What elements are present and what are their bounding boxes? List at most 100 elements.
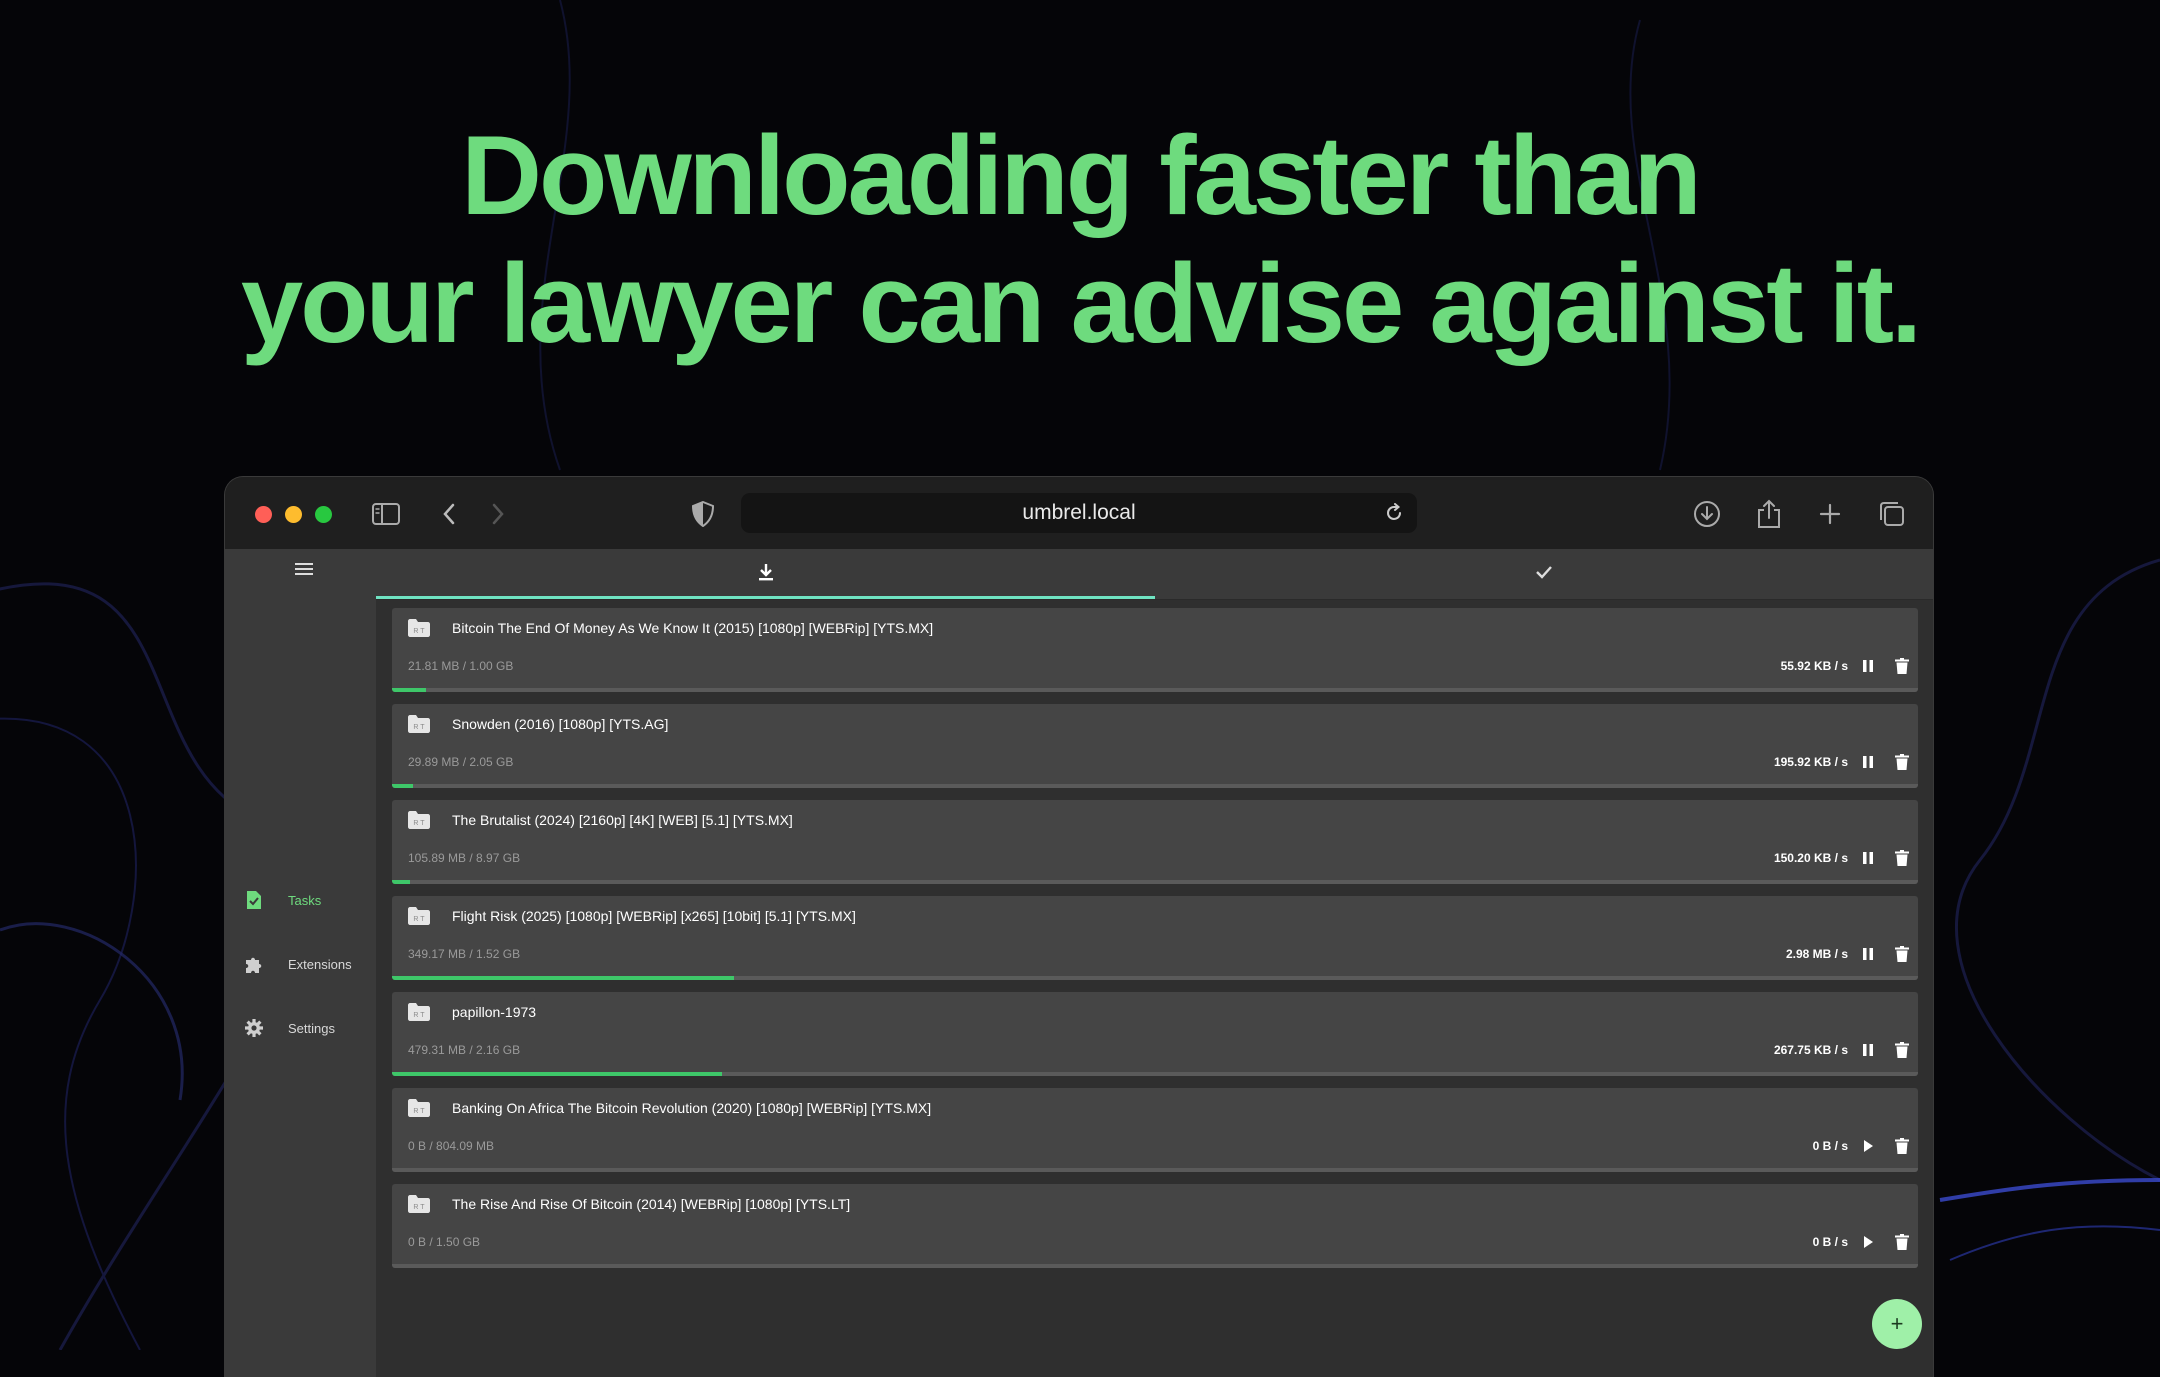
progress-fill: [392, 1072, 722, 1076]
download-speed: 0 B / s: [1812, 1235, 1848, 1249]
delete-button[interactable]: [1892, 1232, 1912, 1252]
minimize-window-button[interactable]: [285, 506, 302, 523]
download-size: 0 B / 1.50 GB: [408, 1235, 481, 1249]
download-item[interactable]: R T Flight Risk (2025) [1080p] [WEBRip] […: [392, 896, 1918, 980]
svg-text:R T: R T: [413, 724, 425, 731]
resume-button[interactable]: [1858, 1136, 1878, 1156]
download-name: The Rise And Rise Of Bitcoin (2014) [WEB…: [452, 1196, 851, 1212]
sidebar-toggle-icon[interactable]: [369, 497, 403, 531]
download-item[interactable]: R T The Brutalist (2024) [2160p] [4K] [WE…: [392, 800, 1918, 884]
download-icon[interactable]: [1690, 497, 1724, 531]
close-window-button[interactable]: [255, 506, 272, 523]
download-speed: 2.98 MB / s: [1785, 947, 1848, 961]
svg-text:R T: R T: [413, 1108, 425, 1115]
back-icon[interactable]: [432, 497, 466, 531]
pause-icon: [1862, 755, 1874, 769]
headline: Downloading faster than your lawyer can …: [0, 112, 2160, 368]
add-download-button[interactable]: +: [1872, 1299, 1922, 1349]
download-size: 21.81 MB / 1.00 GB: [408, 659, 514, 673]
headline-line-2: your lawyer can advise against it.: [240, 241, 1922, 366]
download-arrow-icon: [758, 563, 774, 586]
sidebar-item-tasks[interactable]: Tasks: [243, 885, 373, 915]
zoom-window-button[interactable]: [315, 506, 332, 523]
sidebar-item-label: Settings: [288, 1020, 335, 1036]
trash-icon: [1895, 850, 1909, 866]
download-size: 479.31 MB / 2.16 GB: [408, 1043, 521, 1057]
pause-icon: [1862, 851, 1874, 865]
tab-completed[interactable]: [1155, 549, 1933, 599]
progress-fill: [392, 976, 734, 980]
folder-icon: R T: [407, 906, 431, 926]
pause-icon: [1862, 1043, 1874, 1057]
svg-text:R T: R T: [413, 820, 425, 827]
delete-button[interactable]: [1892, 944, 1912, 964]
download-speed: 267.75 KB / s: [1773, 1043, 1848, 1057]
download-speed: 0 B / s: [1812, 1139, 1848, 1153]
progress-track: [392, 784, 1918, 788]
download-name: Snowden (2016) [1080p] [YTS.AG]: [452, 716, 669, 732]
pause-button[interactable]: [1858, 1040, 1878, 1060]
pause-button[interactable]: [1858, 752, 1878, 772]
sidebar-item-label: Tasks: [288, 892, 322, 908]
reload-icon[interactable]: [1377, 496, 1411, 530]
delete-button[interactable]: [1892, 656, 1912, 676]
pause-button[interactable]: [1858, 944, 1878, 964]
download-item[interactable]: R T papillon-1973 479.31 MB / 2.16 GB 267.7…: [392, 992, 1918, 1076]
browser-window: umbrel.local Tasks Extensions Settings R…: [225, 477, 1933, 1377]
download-speed: 150.20 KB / s: [1773, 851, 1848, 865]
new-tab-icon[interactable]: [1813, 497, 1847, 531]
trash-icon: [1895, 946, 1909, 962]
shield-icon[interactable]: [686, 497, 720, 531]
puzzle-icon: [243, 953, 265, 975]
download-name: Bitcoin The End Of Money As We Know It (…: [452, 620, 934, 636]
hamburger-menu-icon[interactable]: [289, 557, 319, 581]
download-size: 105.89 MB / 8.97 GB: [408, 851, 521, 865]
download-size: 349.17 MB / 1.52 GB: [408, 947, 521, 961]
progress-track: [392, 688, 1918, 692]
progress-track: [392, 1168, 1918, 1172]
share-icon[interactable]: [1752, 497, 1786, 531]
trash-icon: [1895, 754, 1909, 770]
svg-text:R T: R T: [413, 1204, 425, 1211]
play-icon: [1862, 1235, 1874, 1249]
download-name: papillon-1973: [452, 1004, 537, 1020]
forward-icon[interactable]: [481, 497, 515, 531]
sidebar-item-label: Extensions: [288, 956, 352, 972]
download-item[interactable]: R T The Rise And Rise Of Bitcoin (2014) […: [392, 1184, 1918, 1268]
folder-icon: R T: [407, 714, 431, 734]
sidebar-item-extensions[interactable]: Extensions: [243, 949, 373, 979]
headline-line-1: Downloading faster than: [461, 113, 1702, 238]
sidebar-item-settings[interactable]: Settings: [243, 1013, 373, 1043]
gear-icon: [243, 1017, 265, 1039]
play-icon: [1862, 1139, 1874, 1153]
tab-downloading[interactable]: [376, 549, 1155, 599]
delete-button[interactable]: [1892, 752, 1912, 772]
add-icon: +: [1890, 1311, 1904, 1336]
address-bar[interactable]: umbrel.local: [741, 493, 1417, 533]
progress-track: [392, 1264, 1918, 1268]
delete-button[interactable]: [1892, 1136, 1912, 1156]
folder-icon: R T: [407, 810, 431, 830]
download-item[interactable]: R T Banking On Africa The Bitcoin Revolut…: [392, 1088, 1918, 1172]
folder-icon: R T: [407, 1194, 431, 1214]
app-sidebar: Tasks Extensions Settings: [225, 549, 376, 1377]
folder-icon: R T: [407, 1002, 431, 1022]
download-item[interactable]: R T Snowden (2016) [1080p] [YTS.AG] 29.89 …: [392, 704, 1918, 788]
pause-icon: [1862, 947, 1874, 961]
progress-fill: [392, 688, 426, 692]
tabs-overview-icon[interactable]: [1875, 497, 1909, 531]
tasks-icon: [243, 889, 265, 911]
download-item[interactable]: R T Bitcoin The End Of Money As We Know I…: [392, 608, 1918, 692]
resume-button[interactable]: [1858, 1232, 1878, 1252]
progress-track: [392, 1072, 1918, 1076]
pause-button[interactable]: [1858, 656, 1878, 676]
download-speed: 55.92 KB / s: [1780, 659, 1848, 673]
folder-icon: R T: [407, 1098, 431, 1118]
svg-text:R T: R T: [413, 916, 425, 923]
trash-icon: [1895, 658, 1909, 674]
download-speed: 195.92 KB / s: [1773, 755, 1848, 769]
delete-button[interactable]: [1892, 1040, 1912, 1060]
active-tab-indicator: [376, 596, 1155, 599]
delete-button[interactable]: [1892, 848, 1912, 868]
pause-button[interactable]: [1858, 848, 1878, 868]
